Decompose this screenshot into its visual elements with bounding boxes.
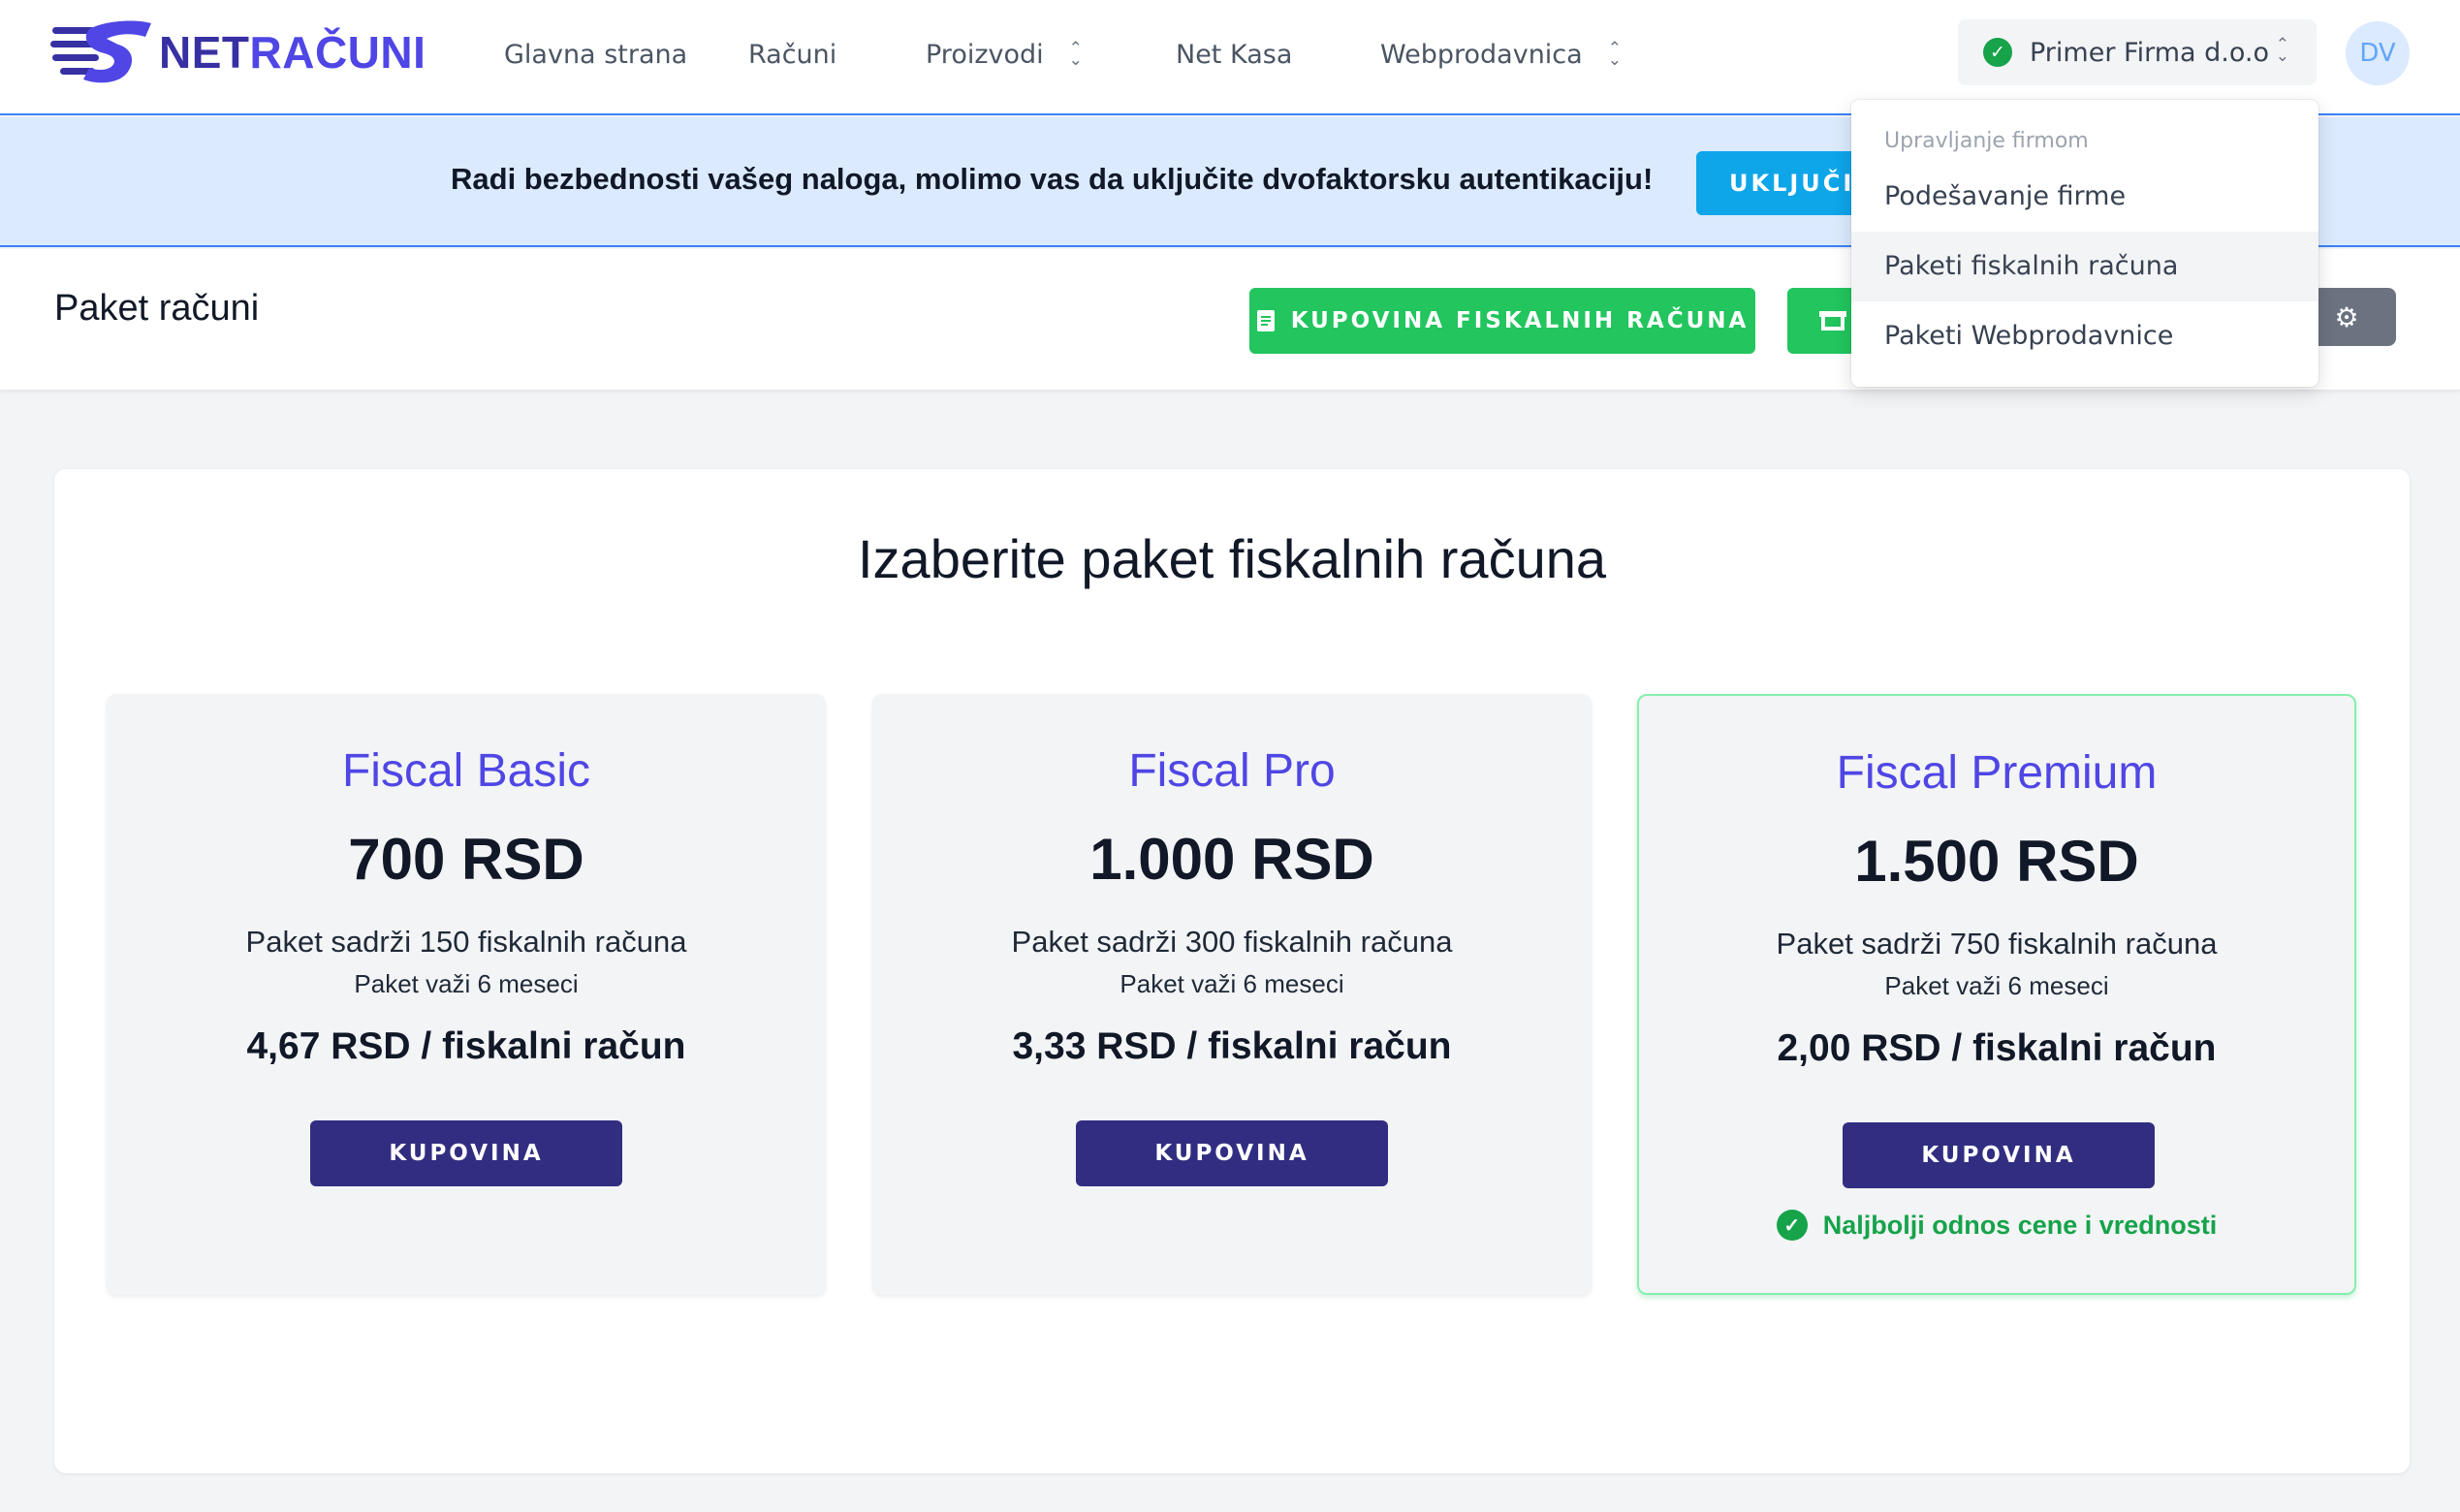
package-name: Fiscal Basic xyxy=(341,745,591,797)
package-contents: Paket sadrži 150 fiskalnih računa xyxy=(245,925,687,959)
menu-item-webshop-packages[interactable]: Paketi Webprodavnice xyxy=(1851,301,2318,371)
package-card-pro: Fiscal Pro 1.000 RSD Paket sadrži 300 fi… xyxy=(872,694,1592,1295)
nav-item-label: Proizvodi xyxy=(926,39,1044,70)
nav-item-label: Glavna strana xyxy=(504,39,688,70)
best-value-label: Naljbolji odnos cene i vrednosti xyxy=(1822,1210,2218,1240)
menu-item-fiscal-packages[interactable]: Paketi fiskalnih računa xyxy=(1851,232,2318,301)
package-price: 1.500 RSD xyxy=(1854,829,2139,894)
page-title: Paket računi xyxy=(54,288,260,329)
package-contents: Paket sadrži 750 fiskalnih računa xyxy=(1776,927,2218,961)
check-circle-icon: ✓ xyxy=(1983,38,2012,67)
nav-item-label: Webprodavnica xyxy=(1380,39,1583,70)
package-validity: Paket važi 6 meseci xyxy=(1884,971,2109,1000)
nav-item-invoices[interactable]: Računi xyxy=(748,29,836,79)
package-card-basic: Fiscal Basic 700 RSD Paket sadrži 150 fi… xyxy=(107,694,826,1295)
package-price: 700 RSD xyxy=(348,827,584,892)
package-unit-price: 4,67 RSD / fiskalni račun xyxy=(246,1025,686,1067)
chevron-up-down-icon: ⌃ ⌄ xyxy=(1068,39,1083,70)
menu-item-company-settings[interactable]: Podešavanje firme xyxy=(1851,162,2318,232)
chevron-up-down-icon: ⌃ ⌄ xyxy=(2275,35,2289,66)
package-unit-price: 2,00 RSD / fiskalni račun xyxy=(1777,1027,2217,1069)
company-name: Primer Firma d.o.o xyxy=(2030,37,2269,68)
best-value-badge: ✓ Naljbolji odnos cene i vrednosti xyxy=(1639,1210,2354,1241)
check-circle-icon: ✓ xyxy=(1776,1210,1808,1241)
buy-fiscal-invoices-button[interactable]: KUPOVINA FISKALNIH RAČUNA xyxy=(1249,288,1755,354)
top-navigation: NETRAČUNI Glavna strana Računi Proizvodi… xyxy=(0,0,2460,115)
brand-name: NETRAČUNI xyxy=(159,27,426,78)
buy-package-button[interactable]: KUPOVINA xyxy=(1843,1122,2155,1188)
chevron-up-down-icon: ⌃ ⌄ xyxy=(1607,39,1622,70)
nav-item-label: Računi xyxy=(748,39,837,70)
buy-fiscal-label: KUPOVINA FISKALNIH RAČUNA xyxy=(1290,308,1750,333)
nav-item-products[interactable]: Proizvodi ⌃ ⌄ xyxy=(926,29,1083,79)
package-contents: Paket sadrži 300 fiskalnih računa xyxy=(1011,925,1453,959)
nav-item-webshop[interactable]: Webprodavnica ⌃ ⌄ xyxy=(1380,29,1622,79)
section-title: Izaberite paket fiskalnih računa xyxy=(858,528,1606,589)
package-validity: Paket važi 6 meseci xyxy=(1120,969,1344,998)
buy-package-button[interactable]: KUPOVINA xyxy=(1076,1120,1388,1186)
gear-icon: ⚙ xyxy=(2334,300,2359,333)
package-validity: Paket važi 6 meseci xyxy=(354,969,579,998)
nav-item-home[interactable]: Glavna strana xyxy=(504,29,687,79)
document-icon xyxy=(1256,310,1275,331)
package-selection-card: Izaberite paket fiskalnih računa Fiscal … xyxy=(54,469,2410,1473)
logo-mark-icon xyxy=(50,20,151,83)
company-dropdown-menu: Upravljanje firmom Podešavanje firme Pak… xyxy=(1851,100,2318,387)
company-selector[interactable]: ✓ Primer Firma d.o.o ⌃ ⌄ xyxy=(1958,19,2317,85)
package-price: 1.000 RSD xyxy=(1089,827,1374,892)
user-avatar[interactable]: DV xyxy=(2346,21,2410,85)
nav-item-net-kasa[interactable]: Net Kasa xyxy=(1176,29,1292,79)
banner-message: Radi bezbednosti vašeg naloga, molimo va… xyxy=(451,162,1654,196)
package-unit-price: 3,33 RSD / fiskalni račun xyxy=(1012,1025,1452,1067)
package-card-premium: Fiscal Premium 1.500 RSD Paket sadrži 75… xyxy=(1637,694,2356,1295)
store-icon xyxy=(1819,311,1846,331)
nav-item-label: Net Kasa xyxy=(1176,39,1293,70)
package-name: Fiscal Premium xyxy=(1836,747,2158,799)
package-name: Fiscal Pro xyxy=(1128,745,1336,797)
brand-logo[interactable]: NETRAČUNI xyxy=(50,16,426,89)
buy-package-button[interactable]: KUPOVINA xyxy=(310,1120,622,1186)
dropdown-section-header: Upravljanje firmom xyxy=(1884,129,2089,153)
